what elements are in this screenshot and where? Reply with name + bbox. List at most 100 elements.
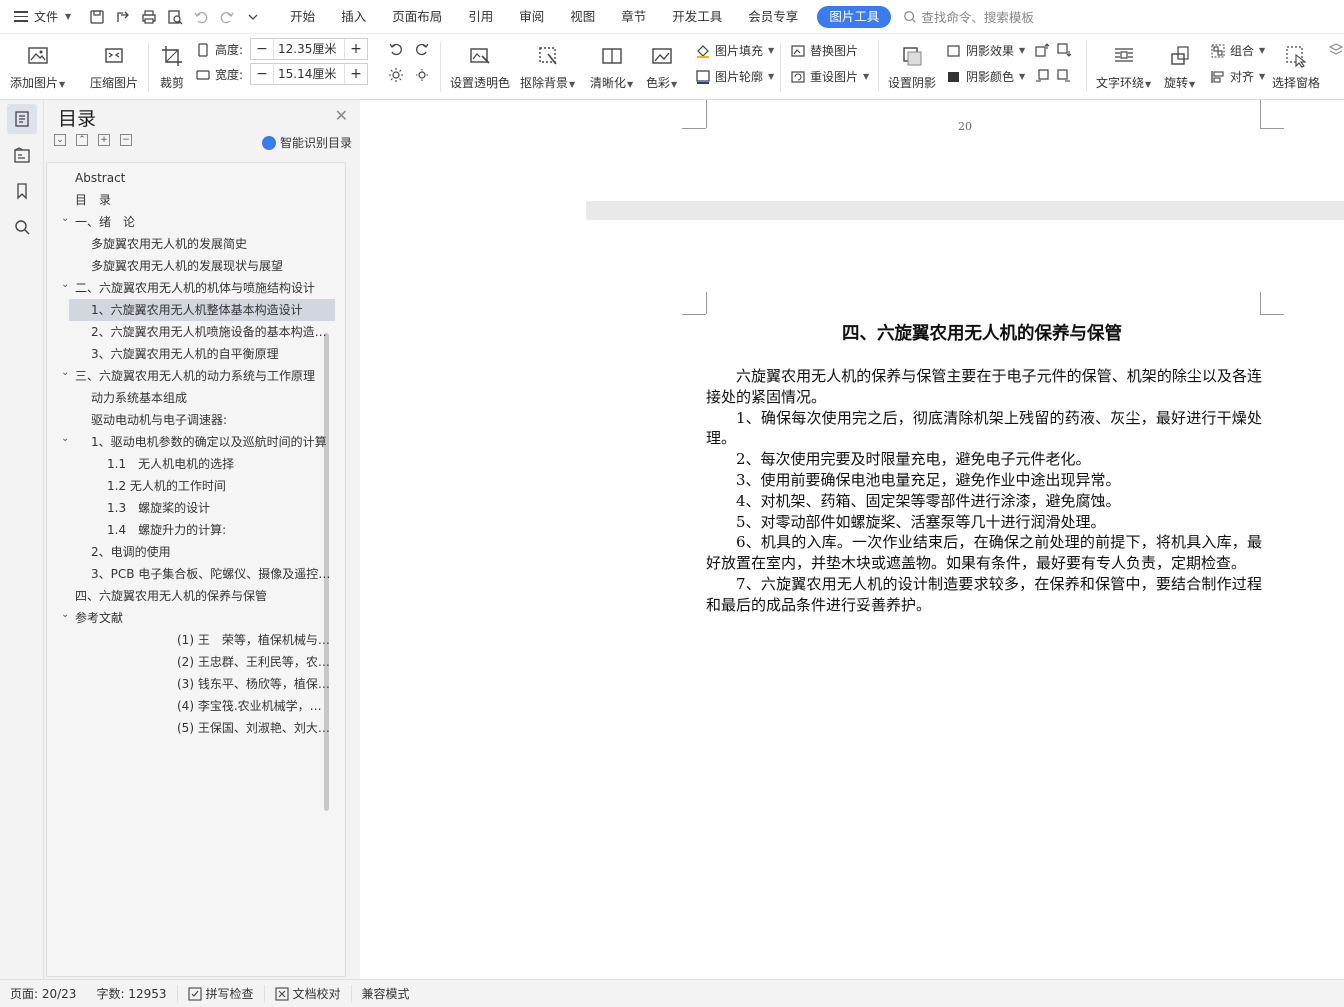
toc-item[interactable]: ⌄ 参考文献 (47, 607, 335, 629)
crop-button[interactable]: 裁剪 (158, 42, 186, 91)
width-increase-button[interactable]: + (345, 66, 367, 82)
width-input[interactable]: 15.14厘米 (273, 64, 345, 84)
toc-item[interactable]: 3、PCB 电子集合板、陀螺仪、摄像及遥控设备 (47, 563, 335, 585)
remove-heading-icon[interactable]: − (120, 134, 132, 146)
height-stepper[interactable]: − 12.35厘米 + (250, 38, 368, 60)
group-button[interactable]: 组合 ▼ (1210, 42, 1265, 59)
width-stepper[interactable]: − 15.14厘米 + (250, 63, 368, 85)
shadow-left-icon[interactable] (1034, 68, 1050, 84)
width-decrease-button[interactable]: − (251, 66, 273, 82)
tab-references[interactable]: 引用 (455, 0, 506, 34)
toc-item[interactable]: 3、六旋翼农用无人机的自平衡原理 (47, 343, 335, 365)
expand-all-icon[interactable]: ⌃ (76, 134, 88, 146)
doc-proofread-button[interactable]: 文档校对 (263, 985, 351, 1002)
page-indicator[interactable]: 页面: 20/23 (0, 985, 86, 1002)
toc-item[interactable]: 1.4 螺旋升力的计算: (47, 519, 335, 541)
tab-insert[interactable]: 插入 (328, 0, 379, 34)
toc-item[interactable]: 2、电调的使用 (47, 541, 335, 563)
toc-item[interactable]: ⌄ 二、六旋翼农用无人机的机体与喷施结构设计 (47, 277, 335, 299)
toc-item[interactable]: 多旋翼农用无人机的发展简史 (47, 233, 335, 255)
chevron-down-icon[interactable]: ⌄ (61, 211, 69, 230)
chevron-down-icon[interactable]: ⌄ (61, 365, 69, 384)
align-button[interactable]: 对齐 ▼ (1210, 68, 1265, 85)
toc-item[interactable]: 动力系统基本组成 (47, 387, 335, 409)
toc-panel-icon[interactable] (7, 104, 37, 134)
tab-view[interactable]: 视图 (557, 0, 608, 34)
search-icon[interactable] (7, 212, 37, 242)
toc-item[interactable]: 目 录 (47, 189, 335, 211)
set-shadow-button[interactable]: 设置阴影 (888, 42, 936, 91)
toc-item[interactable]: 1.3 螺旋桨的设计 (47, 497, 335, 519)
text-wrap-button[interactable]: 文字环绕▼ (1096, 42, 1151, 91)
tab-review[interactable]: 审阅 (506, 0, 557, 34)
height-decrease-button[interactable]: − (251, 41, 273, 57)
close-icon[interactable]: ✕ (335, 106, 348, 125)
toc-item[interactable]: 1、六旋翼农用无人机整体基本构造设计 (69, 299, 335, 321)
tab-home[interactable]: 开始 (277, 0, 328, 34)
shadow-up-icon[interactable] (1034, 42, 1050, 58)
shadow-effect-button[interactable]: 阴影效果 ▼ (946, 42, 1025, 59)
add-picture-button[interactable]: 添加图片▼ (10, 42, 65, 91)
tab-member[interactable]: 会员专享 (735, 0, 811, 34)
toc-item[interactable]: 驱动电动机与电子调速器: (47, 409, 335, 431)
brightness-up-icon[interactable] (388, 67, 404, 83)
toc-item[interactable]: ⌄ 一、绪 论 (47, 211, 335, 233)
selection-pane-button[interactable]: 选择窗格 (1272, 42, 1320, 91)
toc-item[interactable]: 1.2 无人机的工作时间 (47, 475, 335, 497)
rotate-right-icon[interactable] (414, 41, 430, 57)
shadow-color-button[interactable]: 阴影颜色 ▼ (946, 68, 1025, 85)
toc-item[interactable]: (1) 王 荣等，植保机械与施药技术 (47, 629, 335, 651)
undo-icon[interactable] (191, 7, 211, 27)
chevron-down-icon[interactable]: ⌄ (61, 607, 69, 626)
chapter-nav-icon[interactable] (7, 140, 37, 170)
tab-picture-tools[interactable]: 图片工具 (817, 5, 892, 28)
remove-background-button[interactable]: 抠除背景▼ (520, 42, 575, 91)
command-search[interactable]: 查找命令、搜索模板 (903, 7, 1034, 26)
toc-item[interactable]: 多旋翼农用无人机的发展现状与展望 (47, 255, 335, 277)
toc-item[interactable]: 1.1 无人机电机的选择 (47, 453, 335, 475)
customize-toolbar-icon[interactable] (243, 7, 263, 27)
replace-picture-button[interactable]: 替换图片 (790, 42, 858, 59)
toc-item[interactable]: (4) 李宝筏.农业机械学，中国农业出版社 (47, 695, 335, 717)
rotate-button[interactable]: 旋转▼ (1164, 42, 1195, 91)
more-ribbon-icon[interactable] (1328, 42, 1344, 58)
picture-fill-button[interactable]: 图片填充 ▼ (695, 42, 774, 59)
toc-item[interactable]: ⌄ 1、驱动电机参数的确定以及巡航时间的计算 (47, 431, 335, 453)
toc-item[interactable]: 2、六旋翼农用无人机喷施设备的基本构造设计 (47, 321, 335, 343)
word-count[interactable]: 字数: 12953 (86, 985, 176, 1002)
shadow-right-icon[interactable] (1056, 68, 1072, 84)
picture-outline-button[interactable]: 图片轮廓 ▼ (695, 68, 774, 85)
toc-item[interactable]: ⌄ 三、六旋翼农用无人机的动力系统与工作原理 (47, 365, 335, 387)
rotate-left-icon[interactable] (388, 41, 404, 57)
redo-icon[interactable] (217, 7, 237, 27)
toc-item[interactable]: 四、六旋翼农用无人机的保养与保管 (47, 585, 335, 607)
print-preview-icon[interactable] (165, 7, 185, 27)
set-transparent-color-button[interactable]: 设置透明色 (450, 42, 510, 91)
document-body[interactable]: 六旋翼农用无人机的保养与保管主要在于电子元件的保管、机架的除尘以及各连接处的紧固… (706, 366, 1262, 616)
tab-section[interactable]: 章节 (608, 0, 659, 34)
bookmark-icon[interactable] (7, 176, 37, 206)
brightness-down-icon[interactable] (414, 67, 430, 83)
print-icon[interactable] (139, 7, 159, 27)
toc-item[interactable]: Abstract (47, 167, 335, 189)
tab-developer[interactable]: 开发工具 (659, 0, 735, 34)
save-icon[interactable] (87, 7, 107, 27)
file-menu[interactable]: 文件 ▼ (0, 0, 81, 33)
chevron-down-icon[interactable]: ⌄ (61, 431, 69, 450)
toc-item[interactable]: (5) 王保国、刘淑艳、刘大为等 (47, 717, 335, 739)
reset-picture-button[interactable]: 重设图片 ▼ (790, 68, 869, 85)
section-heading[interactable]: 四、六旋翼农用无人机的保养与保管 (686, 320, 1278, 345)
tab-page-layout[interactable]: 页面布局 (379, 0, 455, 34)
smart-toc-button[interactable]: 智能识别目录 (261, 134, 352, 151)
height-input[interactable]: 12.35厘米 (273, 39, 345, 59)
toc-item[interactable]: (2) 王忠群、王利民等，农业机械化 (47, 651, 335, 673)
chevron-down-icon[interactable]: ⌄ (61, 277, 69, 296)
spell-check-button[interactable]: 拼写检查 (176, 985, 264, 1002)
collapse-all-icon[interactable]: ⌄ (54, 134, 66, 146)
shadow-down-icon[interactable] (1056, 42, 1072, 58)
add-heading-icon[interactable]: + (98, 134, 110, 146)
output-icon[interactable] (113, 7, 133, 27)
color-button[interactable]: 色彩▼ (646, 42, 677, 91)
height-increase-button[interactable]: + (345, 41, 367, 57)
sharpen-button[interactable]: 清晰化▼ (590, 42, 633, 91)
